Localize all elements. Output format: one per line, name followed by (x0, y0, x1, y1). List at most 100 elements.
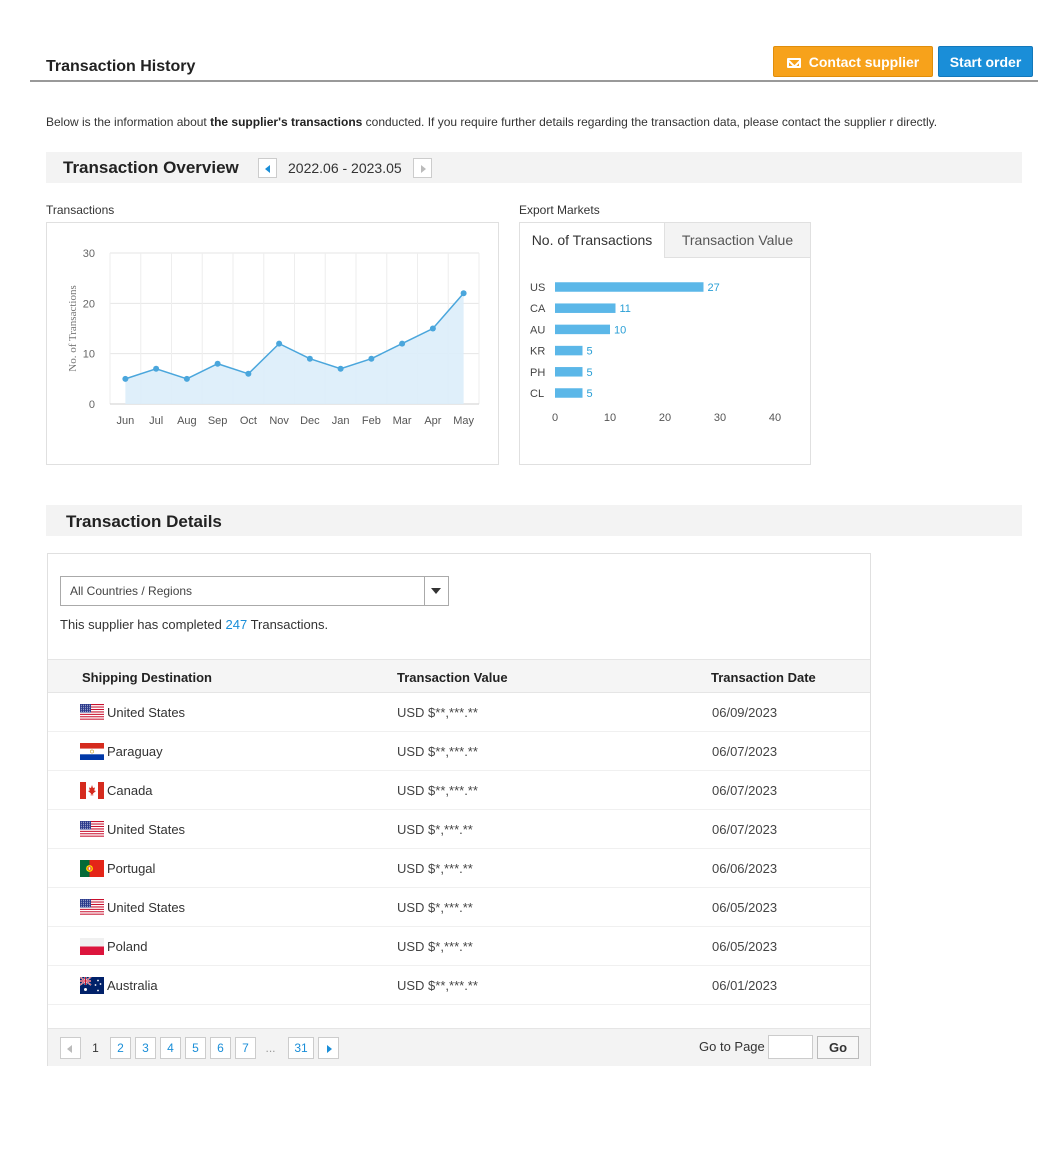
y-tick-label: 30 (83, 248, 95, 260)
transaction-details-title: Transaction Details (66, 512, 222, 531)
tab-transaction-value[interactable]: Transaction Value (665, 223, 810, 258)
page-button[interactable]: 5 (185, 1037, 206, 1059)
transaction-date: 06/05/2023 (712, 900, 778, 915)
x-tick-label: Jun (117, 415, 135, 427)
bar-value-label: 10 (614, 324, 626, 336)
shipping-destination: Canada (107, 783, 153, 798)
intro-text-end: conducted. If you require further detail… (362, 115, 938, 129)
completed-text-end: Transactions. (247, 617, 329, 632)
data-point (183, 375, 190, 382)
envelope-icon (786, 58, 801, 68)
transaction-date: 06/07/2023 (712, 783, 778, 798)
shipping-destination: Paraguay (107, 744, 163, 759)
transaction-overview-title: Transaction Overview (63, 158, 239, 177)
export-markets-bar-chart: US 27 CA 11 AU 10 KR 5 PH 5 CL 5 0 10 20 30 40 (530, 282, 781, 424)
flag-icon (80, 938, 104, 955)
x-tick-label: Feb (362, 415, 381, 427)
category-label: CA (530, 303, 546, 315)
page-button-last[interactable]: 31 (288, 1037, 314, 1059)
table-row: United States USD $**,***.** 06/09/2023 (48, 693, 870, 732)
country-region-select[interactable]: All Countries / Regions (60, 576, 449, 606)
y-tick-label: 10 (83, 349, 95, 361)
contact-supplier-label: Contact supplier (808, 54, 920, 70)
bar (555, 367, 583, 377)
bar (555, 345, 583, 356)
page-ellipsis: ... (265, 1041, 276, 1055)
bar (555, 388, 583, 398)
shipping-destination: Australia (107, 978, 158, 993)
table-row: Portugal USD $*,***.** 06/06/2023 (48, 849, 870, 888)
start-order-button[interactable]: Start order (938, 46, 1033, 77)
chevron-right-icon (421, 165, 426, 173)
transaction-date: 06/06/2023 (712, 861, 778, 876)
flag-icon (80, 821, 104, 838)
x-tick-label: 10 (604, 412, 616, 424)
previous-page-button[interactable] (60, 1037, 81, 1059)
page-header: Transaction History Contact supplier Sta… (30, 42, 1038, 82)
flag-icon (80, 860, 104, 877)
transaction-value: USD $*,***.** (397, 939, 473, 954)
category-label: KR (530, 346, 545, 358)
bar-value-label: 27 (708, 282, 720, 294)
x-tick-label: 0 (552, 412, 558, 424)
shipping-destination: United States (107, 900, 186, 915)
next-period-button[interactable] (413, 158, 432, 178)
next-page-button[interactable] (318, 1037, 339, 1059)
intro-text-bold: the supplier's transactions (210, 115, 363, 129)
category-label: US (530, 282, 545, 294)
bar-value-label: 5 (587, 367, 593, 379)
transaction-date: 06/09/2023 (712, 705, 778, 720)
page-title: Transaction History (46, 58, 196, 75)
transaction-date: 06/07/2023 (712, 744, 778, 759)
transaction-value: USD $**,***.** (397, 978, 478, 993)
previous-period-button[interactable] (258, 158, 277, 178)
x-tick-label: 40 (769, 412, 781, 424)
shipping-destination: United States (107, 822, 186, 837)
bar-value-label: 5 (587, 388, 593, 400)
x-tick-label: Apr (424, 415, 441, 427)
go-button[interactable]: Go (817, 1036, 859, 1059)
go-to-page-label: Go to Page (699, 1039, 765, 1054)
transaction-overview-bar: Transaction Overview 2022.06 - 2023.05 (46, 152, 1022, 183)
completed-transactions-text: This supplier has completed 247 Transact… (60, 617, 328, 632)
data-point (368, 355, 375, 362)
data-point (306, 355, 313, 362)
flag-icon (80, 782, 104, 799)
y-axis-label: No. of Transactions (67, 285, 79, 371)
table-row: United States USD $*,***.** 06/07/2023 (48, 810, 870, 849)
contact-supplier-button[interactable]: Contact supplier (773, 46, 933, 77)
x-tick-label: 30 (714, 412, 726, 424)
bar (555, 282, 704, 292)
x-tick-label: Aug (177, 415, 197, 427)
page-button[interactable]: 3 (135, 1037, 156, 1059)
tab-no-of-transactions[interactable]: No. of Transactions (520, 223, 665, 258)
table-row: Australia USD $**,***.** 06/01/2023 (48, 966, 870, 1005)
transaction-value: USD $*,***.** (397, 900, 473, 915)
x-tick-label: Jan (332, 415, 350, 427)
transactions-line-chart: 0 10 20 30 Jun Jul Aug Sep Oct Nov Dec Jan Feb Mar Apr… (67, 248, 480, 427)
transaction-date: 06/01/2023 (712, 978, 778, 993)
category-label: PH (530, 367, 545, 379)
page-button[interactable]: 6 (210, 1037, 231, 1059)
data-point (460, 290, 467, 297)
x-tick-label: May (453, 415, 474, 427)
table-row: Paraguay USD $**,***.** 06/07/2023 (48, 732, 870, 771)
page-button[interactable]: 2 (110, 1037, 131, 1059)
table-header: Shipping Destination Transaction Value T… (48, 659, 870, 693)
page-button[interactable]: 4 (160, 1037, 181, 1059)
transaction-value: USD $*,***.** (397, 822, 473, 837)
x-tick-label: Sep (208, 415, 228, 427)
country-region-select-value: All Countries / Regions (70, 584, 193, 598)
y-tick-label: 0 (89, 399, 95, 411)
bar (555, 324, 610, 335)
column-shipping-destination: Shipping Destination (82, 670, 212, 685)
go-to-page-input[interactable] (768, 1035, 813, 1059)
shipping-destination: Portugal (107, 861, 156, 876)
transaction-value: USD $*,***.** (397, 861, 473, 876)
shipping-destination: United States (107, 705, 186, 720)
category-label: AU (530, 324, 545, 336)
page-button[interactable]: 7 (235, 1037, 256, 1059)
export-markets-panel: No. of Transactions Transaction Value US… (519, 222, 811, 465)
dropdown-toggle[interactable] (424, 577, 448, 605)
data-point (429, 325, 436, 332)
